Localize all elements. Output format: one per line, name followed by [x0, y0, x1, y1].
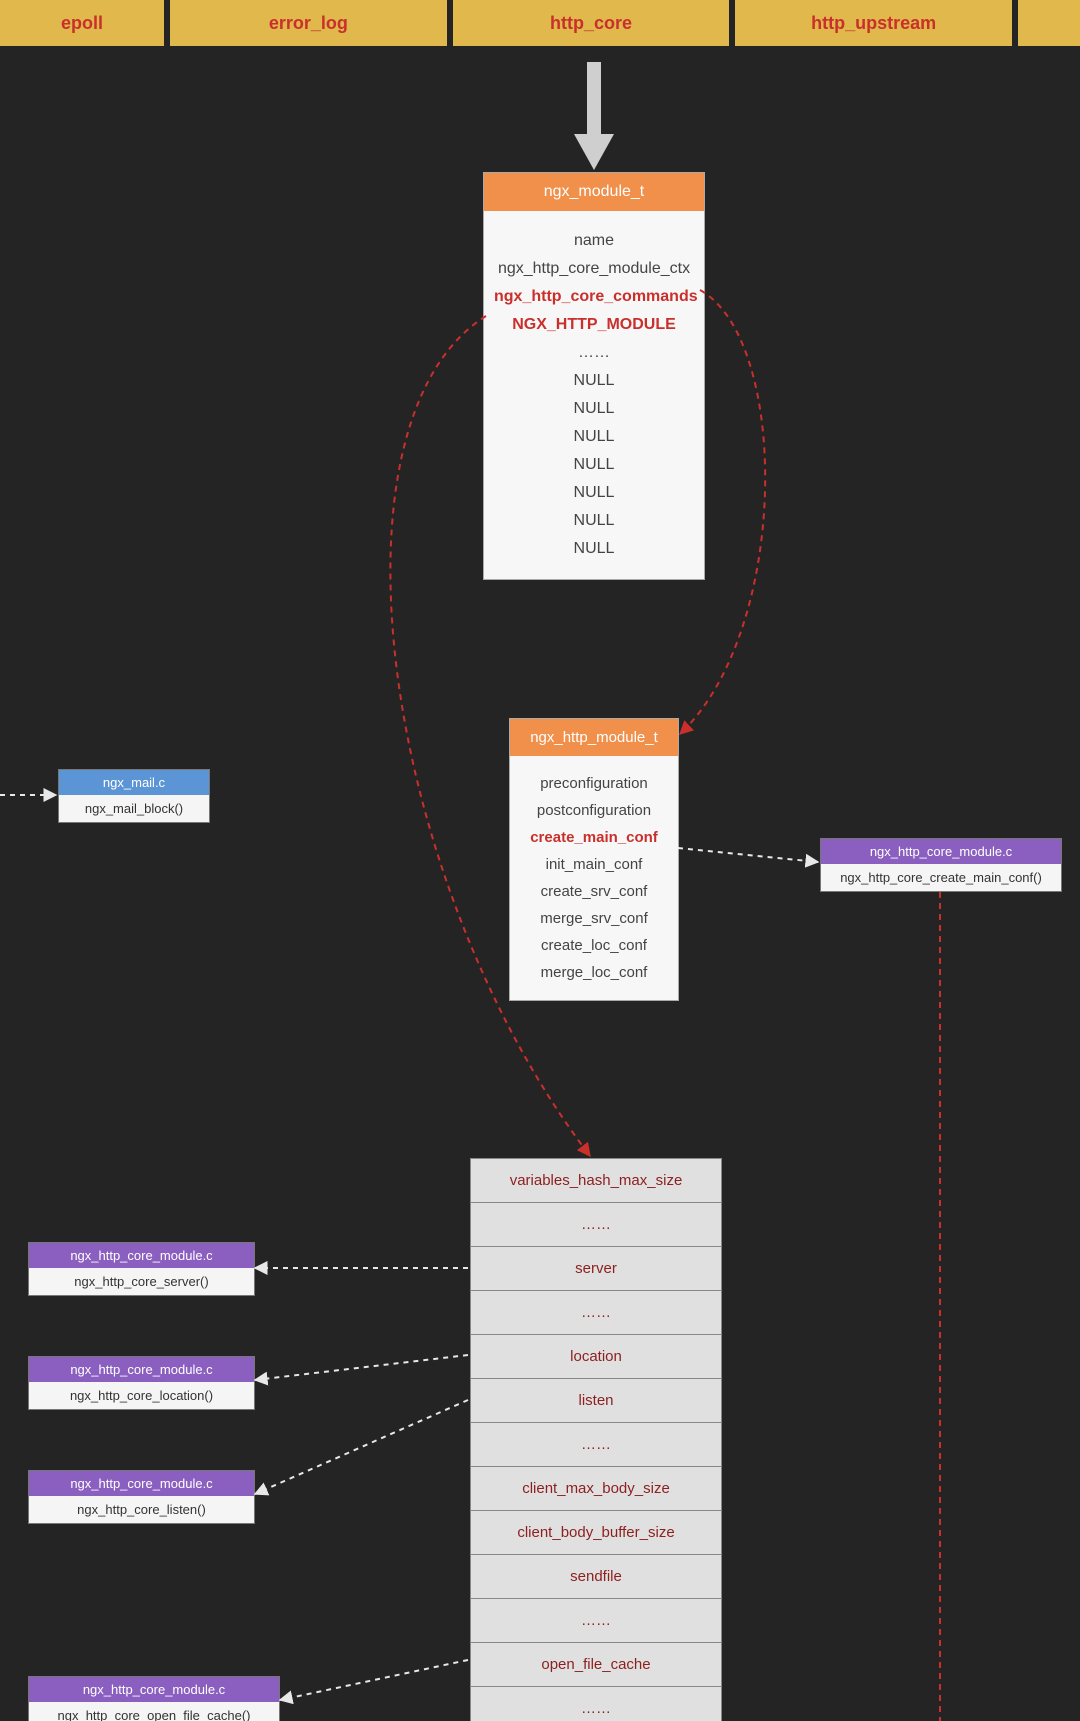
- cmd-label: location: [570, 1348, 622, 1365]
- cmd-row: ……: [471, 1291, 721, 1335]
- cmd-row: location: [471, 1335, 721, 1379]
- smallbox-header: ngx_http_core_module.c: [29, 1677, 279, 1702]
- module-field-hl: ngx_http_core_commands: [494, 283, 694, 311]
- tab-more[interactable]: [1018, 0, 1080, 46]
- tab-error-log[interactable]: error_log: [170, 0, 447, 46]
- core-location-box: ngx_http_core_module.c ngx_http_core_loc…: [28, 1356, 255, 1410]
- location-connector: [255, 1355, 468, 1380]
- smallbox-header: ngx_http_core_module.c: [29, 1243, 254, 1268]
- core-server-box: ngx_http_core_module.c ngx_http_core_ser…: [28, 1242, 255, 1296]
- tab-http-core[interactable]: http_core: [453, 0, 730, 46]
- cmd-row: listen: [471, 1379, 721, 1423]
- cmd-row: open_file_cache: [471, 1643, 721, 1687]
- cmd-label: sendfile: [570, 1568, 622, 1585]
- module-field: NULL: [494, 367, 694, 395]
- module-field: NULL: [494, 423, 694, 451]
- smallbox-body: ngx_http_core_location(): [29, 1382, 254, 1409]
- ngx-http-module-t-box: ngx_http_module_t preconfiguration postc…: [509, 718, 679, 1001]
- module-field: name: [494, 227, 694, 255]
- httpmod-field: create_srv_conf: [518, 878, 670, 905]
- cmd-row: sendfile: [471, 1555, 721, 1599]
- module-field: NULL: [494, 535, 694, 563]
- tab-epoll[interactable]: epoll: [0, 0, 164, 46]
- module-field: NULL: [494, 395, 694, 423]
- module-field: NULL: [494, 451, 694, 479]
- module-field: ……: [494, 339, 694, 367]
- cmd-row: server: [471, 1247, 721, 1291]
- create-main-conf-connector: [678, 848, 818, 862]
- httpmod-field: create_loc_conf: [518, 932, 670, 959]
- smallbox-body: ngx_mail_block(): [59, 795, 209, 822]
- cmd-label: server: [575, 1260, 617, 1277]
- smallbox-header: ngx_mail.c: [59, 770, 209, 795]
- ngx-module-t-box: ngx_module_t name ngx_http_core_module_c…: [483, 172, 705, 580]
- cmd-label: client_max_body_size: [522, 1480, 670, 1497]
- httpmod-field-hl: create_main_conf: [518, 824, 670, 851]
- tab-label: epoll: [61, 13, 103, 34]
- box-body: preconfiguration postconfiguration creat…: [510, 756, 678, 1000]
- smallbox-header: ngx_http_core_module.c: [29, 1471, 254, 1496]
- tab-bar: epoll error_log http_core http_upstream: [0, 0, 1080, 46]
- cmd-row: ……: [471, 1203, 721, 1247]
- smallbox-body: ngx_http_core_server(): [29, 1268, 254, 1295]
- httpmod-field: preconfiguration: [518, 770, 670, 797]
- smallbox-body: ngx_http_core_create_main_conf(): [821, 864, 1061, 891]
- cmd-row: client_max_body_size: [471, 1467, 721, 1511]
- cmd-label: client_body_buffer_size: [517, 1524, 674, 1541]
- smallbox-header: ngx_http_core_module.c: [821, 839, 1061, 864]
- cmd-label: ……: [581, 1436, 611, 1453]
- cmd-label: ……: [581, 1612, 611, 1629]
- tab-label: http_core: [550, 13, 632, 34]
- cmd-row: ……: [471, 1423, 721, 1467]
- cmd-label: listen: [578, 1392, 613, 1409]
- create-main-conf-box: ngx_http_core_module.c ngx_http_core_cre…: [820, 838, 1062, 892]
- tab-label: http_upstream: [811, 13, 936, 34]
- tab-label: error_log: [269, 13, 348, 34]
- open-file-cache-connector: [280, 1660, 468, 1700]
- cmd-label: ……: [581, 1216, 611, 1233]
- box-header: ngx_module_t: [484, 173, 704, 211]
- listen-connector: [255, 1400, 468, 1494]
- ngx-mail-box: ngx_mail.c ngx_mail_block(): [58, 769, 210, 823]
- cmd-row: ……: [471, 1599, 721, 1643]
- smallbox-body: ngx_http_core_listen(): [29, 1496, 254, 1523]
- box-body: name ngx_http_core_module_ctx ngx_http_c…: [484, 211, 704, 579]
- smallbox-body: ngx_http_core_open_file_cache(): [29, 1702, 279, 1721]
- cmd-row: variables_hash_max_size: [471, 1159, 721, 1203]
- module-field: ngx_http_core_module_ctx: [494, 255, 694, 283]
- tab-http-upstream[interactable]: http_upstream: [735, 0, 1012, 46]
- cmd-row: client_body_buffer_size: [471, 1511, 721, 1555]
- httpmod-field: init_main_conf: [518, 851, 670, 878]
- cmd-label: ……: [581, 1700, 611, 1717]
- httpmod-field: merge_srv_conf: [518, 905, 670, 932]
- core-open-file-cache-box: ngx_http_core_module.c ngx_http_core_ope…: [28, 1676, 280, 1721]
- core-listen-box: ngx_http_core_module.c ngx_http_core_lis…: [28, 1470, 255, 1524]
- cmd-label: variables_hash_max_size: [510, 1172, 683, 1189]
- commands-table: variables_hash_max_size …… server …… loc…: [470, 1158, 722, 1721]
- cmd-label: open_file_cache: [541, 1656, 650, 1673]
- module-field: NULL: [494, 479, 694, 507]
- box-header: ngx_http_module_t: [510, 719, 678, 756]
- module-field: NULL: [494, 507, 694, 535]
- cmd-label: ……: [581, 1304, 611, 1321]
- httpmod-field: merge_loc_conf: [518, 959, 670, 986]
- entry-arrow-icon: [574, 62, 614, 170]
- cmd-row: ……: [471, 1687, 721, 1721]
- module-field-hl: NGX_HTTP_MODULE: [494, 311, 694, 339]
- httpmod-field: postconfiguration: [518, 797, 670, 824]
- smallbox-header: ngx_http_core_module.c: [29, 1357, 254, 1382]
